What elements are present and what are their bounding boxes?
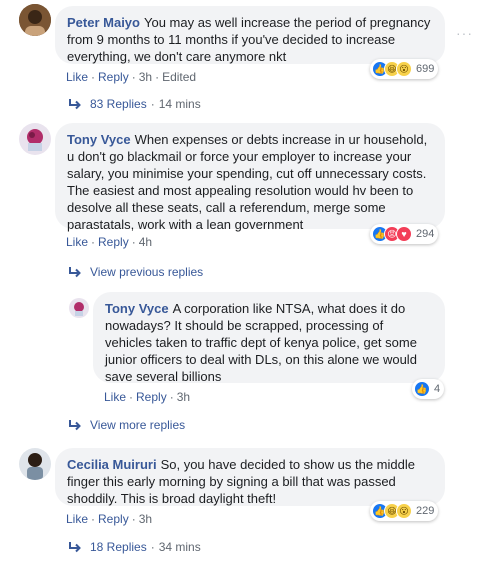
reply-link[interactable]: Reply [98,235,129,249]
profile-photo-icon [19,123,51,155]
reaction-count: 229 [416,505,435,517]
replies-count[interactable]: 18 Replies [90,540,147,554]
view-replies-link[interactable]: 18 Replies · 34 mins [68,540,201,554]
timestamp[interactable]: 3h [177,390,190,404]
reply-arrow-icon [69,542,81,553]
reply-actions: Like · Reply · 3h [104,390,191,404]
profile-photo-icon [19,448,51,480]
comment-actions: Like · Reply · 3h · Edited [66,70,197,84]
reply-link[interactable]: Reply [98,512,129,526]
view-previous-replies-label[interactable]: View previous replies [90,265,203,279]
reaction-summary[interactable]: 👍 😡 ♥ 294 [370,224,439,244]
more-options-icon[interactable]: ··· [456,25,473,41]
reaction-summary[interactable]: 👍 4 [412,379,445,399]
wow-icon: 😮 [396,503,412,519]
replies-time: 14 mins [158,97,201,111]
reaction-count: 294 [416,228,435,240]
edited-label[interactable]: Edited [162,70,196,84]
reply-arrow-icon [69,267,81,278]
comment-bubble: Tony Vyce When expenses or debts increase… [55,123,445,232]
reply-arrow-icon [69,99,81,110]
reaction-count: 699 [416,63,435,75]
comment-bubble: Cecilia Muiruri So, you have decided to s… [55,448,445,506]
replies-count[interactable]: 83 Replies [90,97,147,111]
view-more-replies-label[interactable]: View more replies [90,418,185,432]
like-link[interactable]: Like [66,512,88,526]
wow-icon: 😮 [396,61,412,77]
avatar[interactable] [19,123,51,155]
comment-author[interactable]: Tony Vyce [67,132,131,147]
like-link[interactable]: Like [66,235,88,249]
comment-text: When expenses or debts increase in ur ho… [67,132,428,232]
like-link[interactable]: Like [104,390,126,404]
profile-photo-icon [19,4,51,36]
reply-author[interactable]: Tony Vyce [105,301,169,316]
reply-link[interactable]: Reply [98,70,129,84]
reaction-summary[interactable]: 👍 😆 😮 699 [370,59,439,79]
profile-photo-icon [69,298,89,318]
timestamp[interactable]: 3h [139,70,152,84]
comment-actions: Like · Reply · 4h [66,235,153,249]
view-previous-replies-link[interactable]: View previous replies [68,265,203,279]
comment-author[interactable]: Peter Maiyo [67,15,140,30]
avatar[interactable] [19,448,51,480]
timestamp[interactable]: 3h [139,512,152,526]
love-icon: ♥ [396,226,412,242]
timestamp[interactable]: 4h [139,235,152,249]
comment-actions: Like · Reply · 3h [66,512,153,526]
reaction-summary[interactable]: 👍 😆 😮 229 [370,501,439,521]
view-replies-link[interactable]: 83 Replies · 14 mins [68,97,201,111]
reply-arrow-icon [69,420,81,431]
reaction-count: 4 [434,383,441,395]
like-link[interactable]: Like [66,70,88,84]
avatar[interactable] [19,4,51,36]
like-icon: 👍 [414,381,430,397]
reply-link[interactable]: Reply [136,390,167,404]
reply-bubble: Tony Vyce A corporation like NTSA, what d… [93,292,445,384]
replies-time: 34 mins [158,540,201,554]
view-more-replies-link[interactable]: View more replies [68,418,185,432]
avatar[interactable] [69,298,89,318]
comment-bubble: Peter Maiyo You may as well increase the … [55,6,445,64]
comment-author[interactable]: Cecilia Muiruri [67,457,157,472]
